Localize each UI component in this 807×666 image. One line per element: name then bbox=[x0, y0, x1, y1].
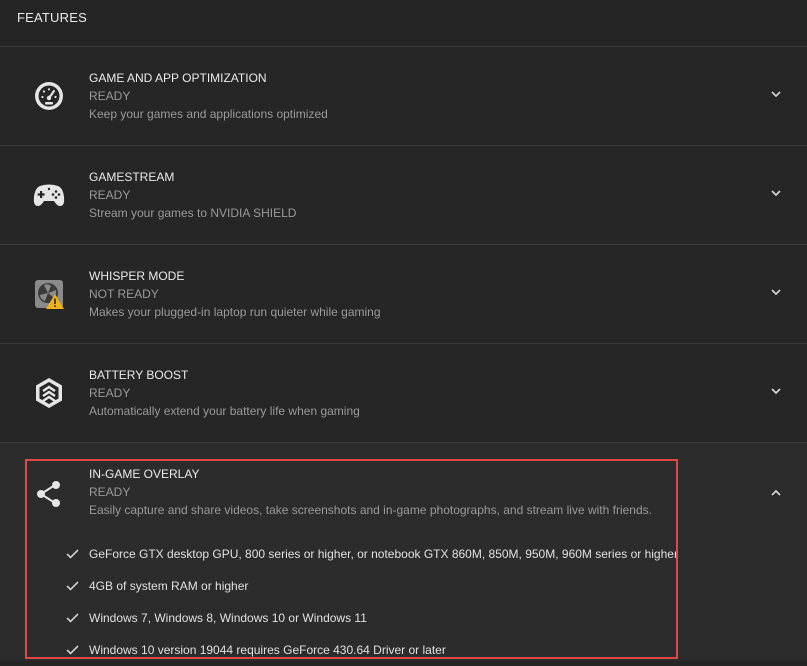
feature-name: IN-GAME OVERLAY bbox=[89, 467, 200, 481]
feature-name: GAME AND APP OPTIMIZATION bbox=[89, 71, 267, 85]
requirement-item: Windows 7, Windows 8, Windows 10 or Wind… bbox=[66, 602, 678, 634]
checkmark-icon bbox=[66, 612, 80, 624]
requirement-text: Windows 10 version 19044 requires GeForc… bbox=[89, 643, 446, 657]
chevron-down-icon[interactable] bbox=[769, 186, 783, 200]
requirement-text: Windows 7, Windows 8, Windows 10 or Wind… bbox=[89, 611, 367, 625]
requirement-text: GeForce GTX desktop GPU, 800 series or h… bbox=[89, 547, 678, 561]
speedometer-icon bbox=[31, 78, 67, 114]
requirement-item: GeForce GTX desktop GPU, 800 series or h… bbox=[66, 538, 678, 570]
feature-name: GAMESTREAM bbox=[89, 170, 175, 184]
feature-name: WHISPER MODE bbox=[89, 269, 185, 283]
feature-in-game-overlay[interactable]: IN-GAME OVERLAY READY Easily capture and… bbox=[0, 442, 807, 661]
checkmark-icon bbox=[66, 580, 80, 592]
feature-description: Automatically extend your battery life w… bbox=[89, 404, 360, 418]
checkmark-icon bbox=[66, 548, 80, 560]
chevron-up-icon[interactable] bbox=[769, 485, 783, 499]
feature-whisper-mode[interactable]: WHISPER MODE NOT READY Makes your plugge… bbox=[0, 244, 807, 343]
feature-description: Stream your games to NVIDIA SHIELD bbox=[89, 206, 297, 220]
feature-description: Easily capture and share videos, take sc… bbox=[89, 503, 652, 517]
feature-gamestream[interactable]: GAMESTREAM READY Stream your games to NV… bbox=[0, 145, 807, 244]
feature-status: READY bbox=[89, 386, 131, 400]
feature-description: Makes your plugged-in laptop run quieter… bbox=[89, 305, 381, 319]
feature-status: READY bbox=[89, 485, 131, 499]
gamepad-icon bbox=[31, 177, 67, 213]
battery-boost-icon bbox=[31, 375, 67, 411]
chevron-down-icon[interactable] bbox=[769, 87, 783, 101]
fan-warning-icon bbox=[31, 276, 67, 312]
feature-description: Keep your games and applications optimiz… bbox=[89, 107, 328, 121]
feature-status: NOT READY bbox=[89, 287, 159, 301]
checkmark-icon bbox=[66, 644, 80, 656]
requirement-item: 4GB of system RAM or higher bbox=[66, 570, 678, 602]
feature-game-app-optimization[interactable]: GAME AND APP OPTIMIZATION READY Keep you… bbox=[0, 46, 807, 145]
share-icon bbox=[31, 476, 67, 512]
section-title: FEATURES bbox=[17, 10, 87, 25]
feature-status: READY bbox=[89, 89, 131, 103]
feature-name: BATTERY BOOST bbox=[89, 368, 189, 382]
feature-battery-boost[interactable]: BATTERY BOOST READY Automatically extend… bbox=[0, 343, 807, 442]
chevron-down-icon[interactable] bbox=[769, 285, 783, 299]
requirement-item: Windows 10 version 19044 requires GeForc… bbox=[66, 634, 678, 666]
feature-status: READY bbox=[89, 188, 131, 202]
requirement-text: 4GB of system RAM or higher bbox=[89, 579, 249, 593]
chevron-down-icon[interactable] bbox=[769, 384, 783, 398]
requirements-list: GeForce GTX desktop GPU, 800 series or h… bbox=[66, 538, 678, 666]
